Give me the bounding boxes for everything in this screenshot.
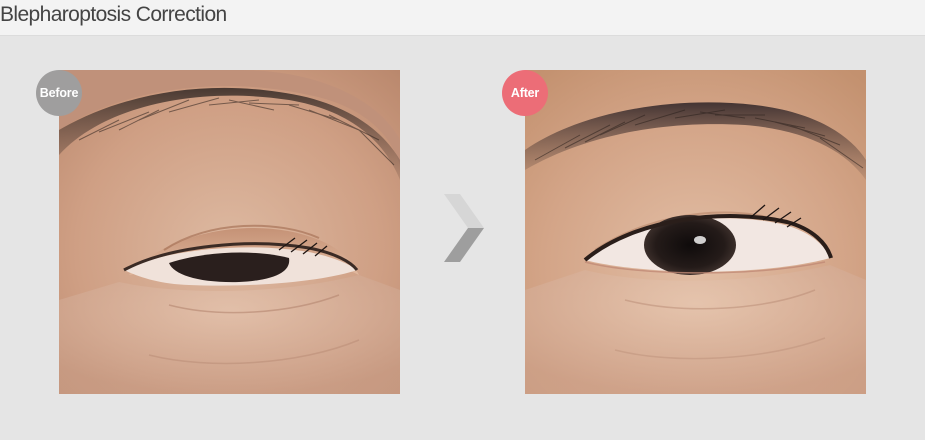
page-title: Blepharoptosis Correction — [0, 3, 227, 26]
before-badge: Before — [36, 70, 82, 116]
header-bar: Blepharoptosis Correction — [0, 0, 925, 36]
after-photo — [525, 70, 866, 394]
after-badge: After — [502, 70, 548, 116]
chevron-right-icon — [440, 192, 488, 264]
before-photo — [59, 70, 400, 394]
